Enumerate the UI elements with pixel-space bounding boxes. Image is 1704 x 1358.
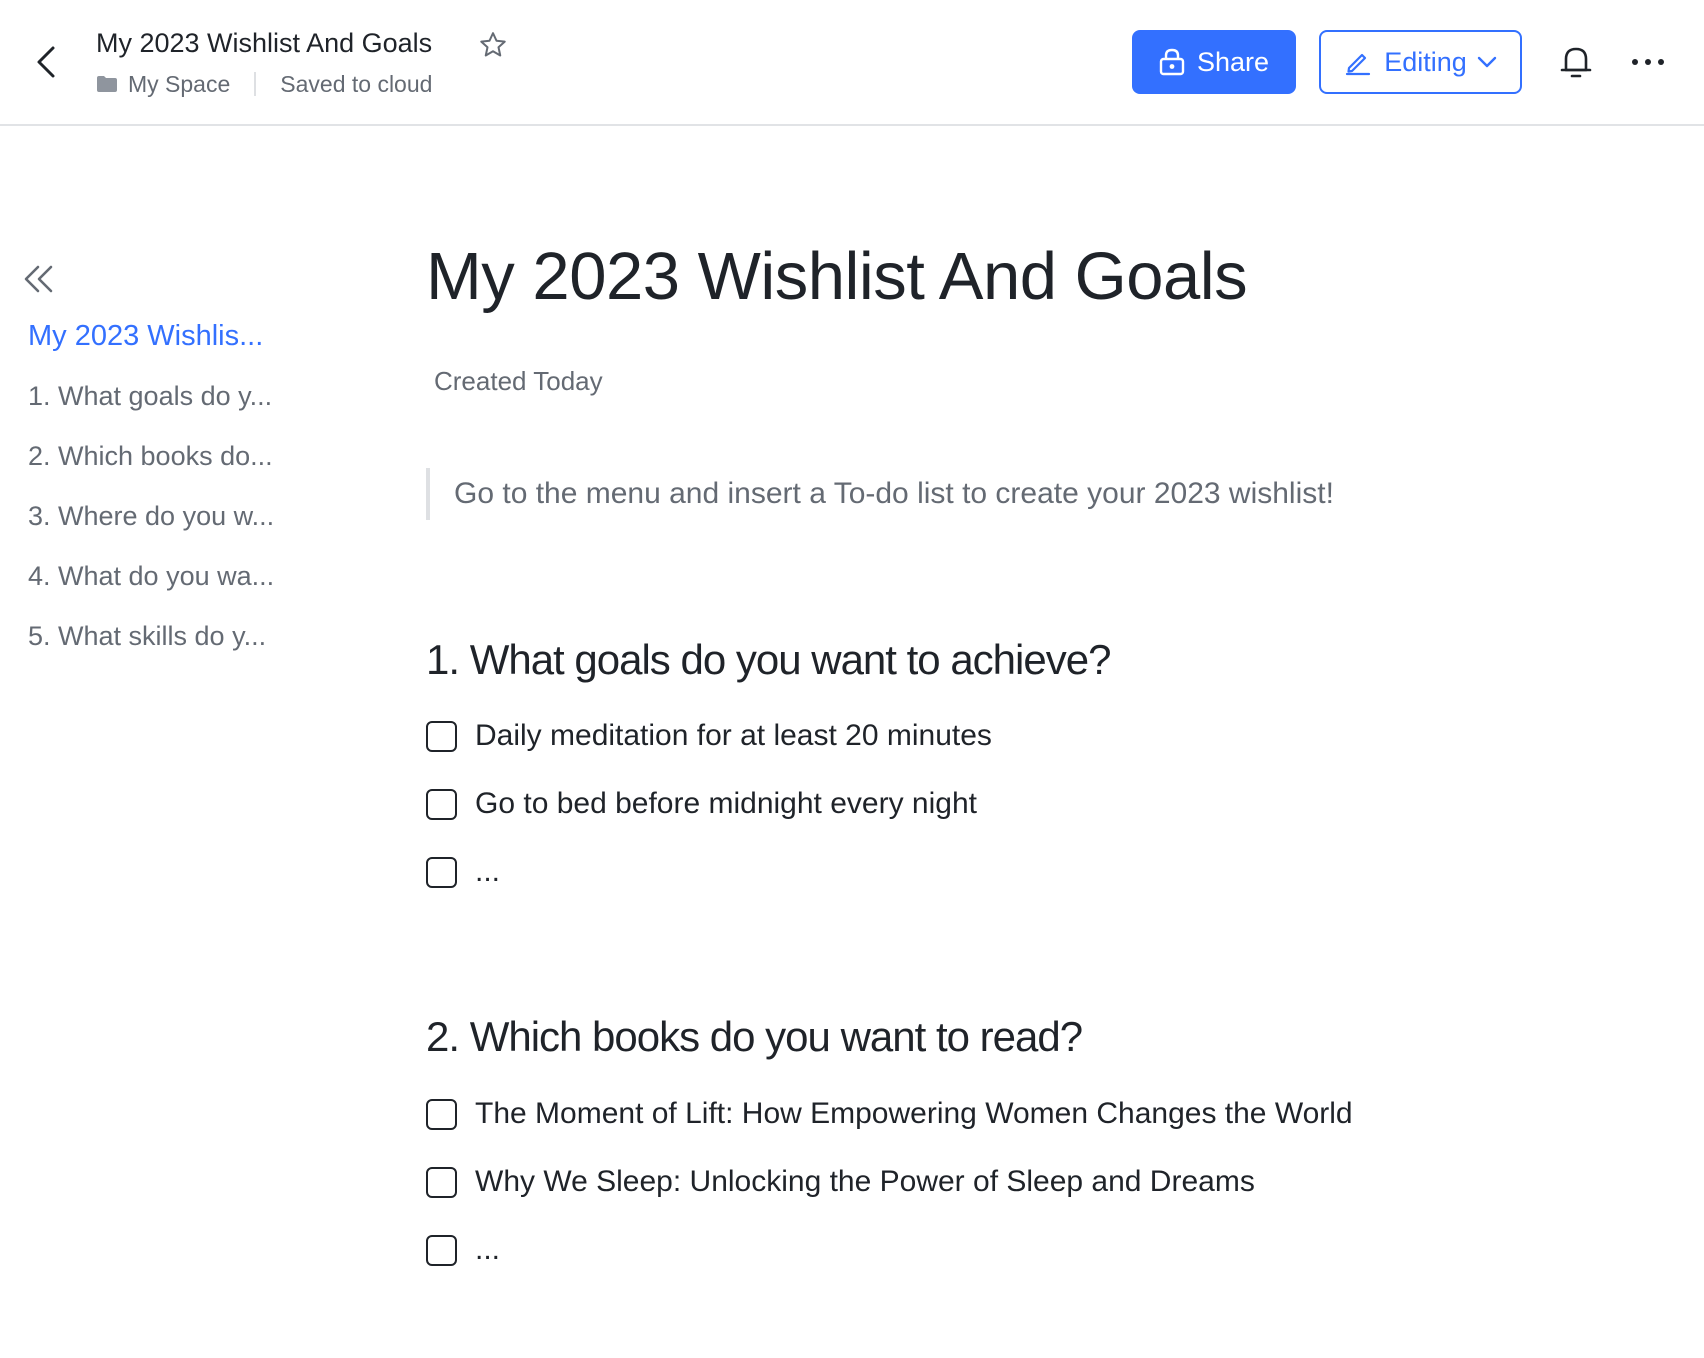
- todo-text[interactable]: Go to bed before midnight every night: [475, 787, 977, 821]
- outline-item-skills[interactable]: 5. What skills do y...: [28, 616, 318, 676]
- share-button[interactable]: Share: [1132, 30, 1296, 94]
- todo-item: ...: [426, 1228, 500, 1272]
- editing-label: Editing: [1384, 46, 1467, 77]
- todo-text[interactable]: The Moment of Lift: How Empowering Women…: [475, 1097, 1353, 1131]
- back-button[interactable]: [28, 40, 64, 84]
- chevron-left-icon: [37, 46, 55, 78]
- outline-item-places[interactable]: 3. Where do you w...: [28, 496, 318, 556]
- notifications-button[interactable]: [1556, 40, 1596, 84]
- todo-item: Go to bed before midnight every night: [426, 782, 977, 826]
- save-status: Saved to cloud: [280, 70, 433, 97]
- pencil-icon: [1346, 53, 1371, 76]
- folder-icon: [97, 76, 117, 92]
- todo-checkbox[interactable]: [426, 788, 457, 820]
- todo-checkbox[interactable]: [426, 856, 457, 888]
- section-heading[interactable]: 1. What goals do you want to achieve?: [426, 636, 1111, 684]
- lock-icon: [1159, 48, 1185, 76]
- more-options-button[interactable]: [1628, 44, 1668, 80]
- chevron-down-icon: [1477, 56, 1496, 68]
- collapse-outline-button[interactable]: [22, 262, 56, 296]
- share-label: Share: [1196, 46, 1270, 77]
- quote-callout[interactable]: Go to the menu and insert a To-do list t…: [426, 468, 1334, 520]
- doc-meta: My Space Saved to cloud: [96, 68, 432, 100]
- outline-item-goals[interactable]: 1. What goals do y...: [28, 376, 318, 436]
- todo-item: Daily meditation for at least 20 minutes: [426, 714, 992, 758]
- todo-item: The Moment of Lift: How Empowering Women…: [426, 1092, 1353, 1136]
- outline-item-wants[interactable]: 4. What do you wa...: [28, 556, 318, 616]
- todo-checkbox[interactable]: [426, 1098, 457, 1130]
- editing-mode-button[interactable]: Editing: [1319, 30, 1522, 94]
- doc-title[interactable]: My 2023 Wishlist And Goals: [96, 28, 432, 59]
- todo-text[interactable]: Daily meditation for at least 20 minutes: [475, 719, 992, 753]
- outline-item-title[interactable]: My 2023 Wishlis...: [28, 316, 318, 376]
- document-outline: My 2023 Wishlis... 1. What goals do y...…: [28, 316, 318, 676]
- todo-checkbox[interactable]: [426, 1166, 457, 1198]
- outline-item-books[interactable]: 2. Which books do...: [28, 436, 318, 496]
- todo-text[interactable]: ...: [475, 855, 500, 889]
- created-date: Created Today: [434, 366, 603, 396]
- page-title[interactable]: My 2023 Wishlist And Goals: [426, 238, 1248, 315]
- star-icon: [480, 32, 506, 57]
- section-heading[interactable]: 2. Which books do you want to read?: [426, 1013, 1083, 1061]
- top-bar: My 2023 Wishlist And Goals My Space Save…: [0, 0, 1704, 126]
- location-link[interactable]: My Space: [128, 71, 230, 98]
- todo-item: Why We Sleep: Unlocking the Power of Sle…: [426, 1160, 1255, 1204]
- favorite-button[interactable]: [478, 30, 508, 60]
- todo-text[interactable]: Why We Sleep: Unlocking the Power of Sle…: [475, 1165, 1255, 1199]
- todo-checkbox[interactable]: [426, 1234, 457, 1266]
- bell-icon: [1560, 47, 1592, 78]
- more-horizontal-icon: [1632, 59, 1664, 65]
- todo-checkbox[interactable]: [426, 720, 457, 752]
- meta-divider: [254, 72, 257, 96]
- todo-text[interactable]: ...: [475, 1233, 500, 1267]
- double-chevron-left-icon: [24, 265, 53, 293]
- todo-item: ...: [426, 850, 500, 894]
